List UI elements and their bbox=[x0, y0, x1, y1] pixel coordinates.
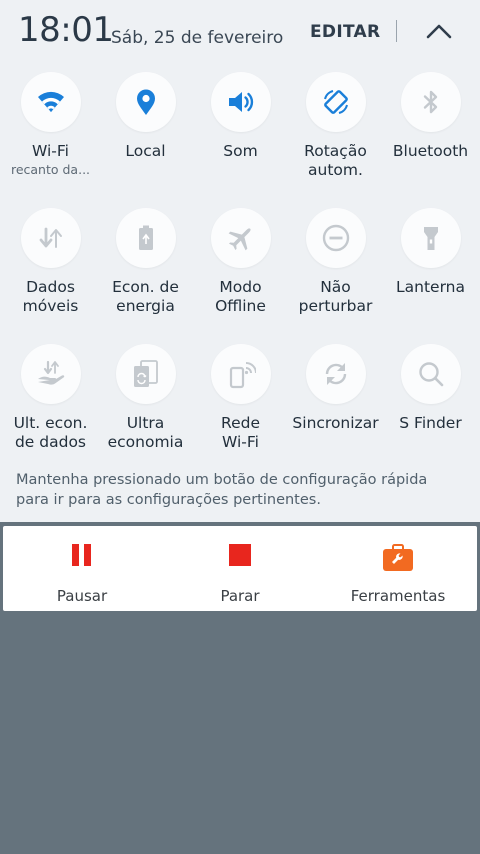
quick-settings-panel: 18:01 Sáb, 25 de fevereiro EDITAR Wi-Fi bbox=[0, 0, 480, 522]
tile-mobile-hotspot[interactable]: Rede Wi-Fi bbox=[193, 344, 288, 452]
tile-mobile-data[interactable]: Dados móveis bbox=[3, 208, 98, 316]
tile-ultra-power-saving[interactable]: Ultra economia bbox=[98, 344, 193, 452]
tile-sublabel: recanto da... bbox=[10, 162, 91, 177]
tile-power-saving[interactable]: Econ. de energia bbox=[98, 208, 193, 316]
search-icon bbox=[418, 362, 443, 387]
stop-icon bbox=[229, 544, 251, 566]
pause-button[interactable]: Pausar bbox=[3, 526, 161, 611]
flashlight-icon bbox=[423, 227, 438, 250]
tile-circle bbox=[210, 344, 271, 404]
pause-icon bbox=[72, 544, 91, 566]
rotate-icon bbox=[323, 90, 348, 114]
tile-circle bbox=[305, 72, 366, 132]
tile-circle bbox=[400, 72, 461, 132]
tools-button[interactable]: Ferramentas bbox=[319, 526, 477, 611]
tile-label: Ult. econ. de dados bbox=[13, 414, 88, 451]
tile-bluetooth[interactable]: Bluetooth bbox=[383, 72, 478, 161]
tools-label: Ferramentas bbox=[350, 587, 446, 605]
tile-circle bbox=[115, 208, 176, 268]
tile-s-finder[interactable]: S Finder bbox=[383, 344, 478, 433]
battery-saver-icon bbox=[138, 225, 153, 250]
tile-label: Sincronizar bbox=[292, 414, 379, 432]
tile-location[interactable]: Local bbox=[98, 72, 193, 161]
tile-do-not-disturb[interactable]: Não perturbar bbox=[288, 208, 383, 316]
clock: 18:01 bbox=[18, 10, 114, 50]
tile-data-saver[interactable]: Ult. econ. de dados bbox=[3, 344, 98, 452]
tile-auto-rotate[interactable]: Rotação autom. bbox=[288, 72, 383, 180]
toolbox-icon bbox=[383, 544, 413, 571]
tile-label: Rotação autom. bbox=[304, 142, 367, 179]
tile-label: Bluetooth bbox=[392, 142, 469, 160]
sync-icon bbox=[325, 363, 346, 385]
tile-circle bbox=[20, 344, 81, 404]
do-not-disturb-icon bbox=[322, 224, 349, 252]
tile-circle bbox=[305, 208, 366, 268]
quick-settings-hint: Mantenha pressionado um botão de configu… bbox=[16, 472, 428, 508]
airplane-icon bbox=[228, 228, 251, 251]
tile-circle bbox=[20, 72, 81, 132]
recording-controls-bar: Pausar Parar Ferramentas bbox=[3, 526, 477, 611]
quick-panel-header: 18:01 Sáb, 25 de fevereiro EDITAR bbox=[0, 0, 480, 64]
mobile-data-icon bbox=[39, 227, 62, 248]
edit-button[interactable]: EDITAR bbox=[310, 22, 380, 42]
tile-label: Som bbox=[223, 142, 258, 160]
bluetooth-icon bbox=[423, 90, 437, 114]
pause-label: Pausar bbox=[56, 587, 108, 605]
header-divider bbox=[396, 20, 397, 42]
tile-label: Dados móveis bbox=[22, 278, 79, 315]
tile-sync[interactable]: Sincronizar bbox=[288, 344, 383, 433]
tile-circle bbox=[20, 208, 81, 268]
tile-label: Modo Offline bbox=[215, 278, 266, 315]
tile-label: Econ. de energia bbox=[112, 278, 179, 315]
tile-flashlight[interactable]: Lanterna bbox=[383, 208, 478, 297]
collapse-button[interactable] bbox=[422, 16, 456, 46]
tile-circle bbox=[400, 208, 461, 268]
tile-label: Local bbox=[125, 142, 166, 160]
tile-circle bbox=[400, 344, 461, 404]
wifi-icon bbox=[37, 91, 64, 112]
tile-label: Wi-Fi bbox=[32, 142, 69, 160]
tile-label: Rede Wi-Fi bbox=[221, 414, 260, 451]
tile-circle bbox=[305, 344, 366, 404]
tile-circle bbox=[210, 72, 271, 132]
date-label: Sáb, 25 de fevereiro bbox=[111, 28, 284, 48]
stop-label: Parar bbox=[220, 587, 260, 605]
tile-label: Não perturbar bbox=[298, 278, 373, 315]
tile-sound[interactable]: Som bbox=[193, 72, 288, 161]
wifi-hotspot-icon bbox=[229, 362, 256, 389]
tile-label: Ultra economia bbox=[107, 414, 184, 451]
ultra-power-saving-icon bbox=[133, 360, 158, 387]
chevron-up-icon bbox=[426, 24, 452, 39]
data-saver-icon bbox=[37, 360, 64, 385]
tile-label: Lanterna bbox=[396, 278, 465, 296]
tile-wifi[interactable]: Wi-Fi recanto da... bbox=[3, 72, 98, 177]
tile-circle bbox=[210, 208, 271, 268]
tile-airplane-mode[interactable]: Modo Offline bbox=[193, 208, 288, 316]
tile-circle bbox=[115, 72, 176, 132]
location-icon bbox=[136, 89, 155, 115]
volume-icon bbox=[228, 92, 253, 112]
tile-circle bbox=[115, 344, 176, 404]
tile-label: S Finder bbox=[399, 414, 462, 432]
stop-button[interactable]: Parar bbox=[161, 526, 319, 611]
